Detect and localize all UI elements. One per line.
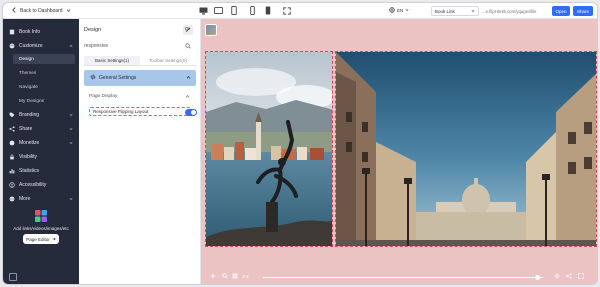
collapse-sidebar-icon[interactable]	[9, 273, 17, 281]
chevron-up-icon	[185, 94, 190, 100]
desktop-icon[interactable]	[199, 6, 208, 15]
sidebar-item-statistics[interactable]: Statistics	[9, 166, 75, 176]
flipbook-player-bar: 2-3	[201, 269, 597, 284]
sidebar-item-customize[interactable]: Customize	[9, 41, 75, 51]
language-label: EN	[397, 8, 404, 13]
page-indicator: 2-3	[242, 274, 249, 279]
sidebar-item-label: Accessibility	[19, 182, 47, 188]
lock-icon	[9, 154, 15, 160]
back-to-dashboard-link[interactable]: Back to Dashboard	[11, 7, 71, 15]
settings-panel: Design responsive Basic Settings(1) Tool…	[79, 19, 201, 284]
page-thumbnail[interactable]	[205, 24, 217, 36]
section-title: General Settings	[99, 75, 137, 81]
link-type-value: Book Link	[435, 8, 455, 14]
responsive-flipping-layout-toggle[interactable]	[185, 109, 197, 116]
design-tool-icon[interactable]	[183, 25, 193, 35]
sidebar-subitem-design[interactable]: Design	[13, 54, 75, 64]
coin-icon	[9, 140, 15, 146]
palette-icon	[9, 43, 15, 49]
panel-title: Design	[84, 27, 102, 33]
page-display-subsection[interactable]: Page Display	[89, 94, 193, 99]
page-progress-handle[interactable]	[534, 275, 540, 280]
search-icon[interactable]	[221, 272, 229, 280]
book-url[interactable]: ...e.flipHtml5.com/yqagwi/file	[482, 6, 546, 16]
app-window: Back to Dashboard EN Book Link ...e.flip…	[2, 2, 598, 285]
phone-icon[interactable]	[248, 6, 257, 15]
open-button[interactable]: Open	[552, 6, 570, 16]
bar-chart-icon	[9, 168, 15, 174]
sidebar-item-label: More	[19, 196, 31, 202]
zoom-in-icon[interactable]	[209, 272, 217, 280]
book-preview-canvas: 2-3	[201, 19, 597, 284]
chevron-down-icon	[69, 141, 73, 146]
share-icon	[9, 126, 15, 132]
book-icon	[9, 29, 15, 35]
chevron-down-icon	[405, 8, 409, 13]
back-label: Back to Dashboard	[20, 8, 63, 14]
sidebar-item-label: Branding	[19, 112, 40, 118]
page-editor-logo-icon	[35, 210, 47, 222]
top-bar: Back to Dashboard EN Book Link ...e.flip…	[3, 3, 597, 19]
settings-search-input[interactable]: responsive	[84, 41, 194, 51]
sidebar-item-label: Statistics	[19, 168, 40, 174]
responsive-flipping-layout-option: Responsive Flipping Layout	[89, 107, 197, 116]
accessibility-icon	[9, 182, 15, 188]
language-selector[interactable]: EN	[389, 7, 409, 14]
sidebar-subitem-my-designs[interactable]: My Designs	[13, 96, 75, 106]
tab-toolbar-settings[interactable]: Toolbar Settings(0)	[140, 56, 196, 66]
sidebar-subitem-themes[interactable]: Themes	[13, 68, 75, 78]
phone-landscape-icon[interactable]	[263, 6, 272, 15]
share-icon[interactable]	[565, 272, 573, 280]
chevron-down-icon	[69, 113, 73, 118]
sidebar-item-label: Share	[19, 126, 33, 132]
chevron-down-icon	[69, 127, 73, 132]
sidebar-item-branding[interactable]: Branding	[9, 110, 75, 120]
chevron-down-icon	[66, 8, 71, 15]
fullscreen-icon[interactable]	[577, 272, 585, 280]
tag-icon	[9, 112, 15, 118]
fullscreen-icon[interactable]	[282, 6, 291, 15]
settings-icon[interactable]	[553, 272, 561, 280]
city-street-basilica-image	[336, 52, 596, 246]
arrow-left-icon	[11, 7, 17, 15]
device-preview-toolbar	[199, 6, 291, 15]
book-page-right[interactable]	[335, 51, 597, 247]
page-editor-label: Page Editor	[26, 236, 50, 242]
chevron-up-icon	[186, 75, 191, 81]
sidebar-item-label: Visibility	[19, 154, 37, 160]
search-icon[interactable]	[183, 41, 192, 50]
coastal-town-statue-image	[206, 52, 332, 246]
general-settings-section[interactable]: General Settings	[84, 70, 196, 86]
arrow-right-icon	[52, 237, 56, 242]
grid-icon[interactable]	[231, 272, 239, 280]
settings-tabs: Basic Settings(1) Toolbar Settings(0)	[84, 56, 196, 66]
book-page-left[interactable]	[205, 51, 333, 247]
sidebar-item-accessibility[interactable]: Accessibility	[9, 180, 75, 190]
page-progress-track[interactable]	[263, 277, 543, 278]
sidebar-item-share[interactable]: Share	[9, 124, 75, 134]
sidebar: Book Info Customize Design Themes Naviga…	[3, 19, 79, 284]
chevron-down-icon	[69, 197, 73, 202]
gear-icon	[90, 74, 96, 82]
page-editor-promo-text: Add links/videos/images/etc	[13, 226, 69, 231]
sidebar-item-label: Customize	[19, 43, 43, 49]
sidebar-item-monetize[interactable]: Monetize	[9, 138, 75, 148]
tab-basic-settings[interactable]: Basic Settings(1)	[84, 56, 140, 66]
sidebar-item-label: Book Info	[19, 29, 41, 35]
share-button[interactable]: Share	[573, 6, 593, 16]
more-icon	[9, 196, 15, 202]
sidebar-item-visibility[interactable]: Visibility	[9, 152, 75, 162]
sidebar-item-more[interactable]: More	[9, 194, 75, 204]
link-type-select[interactable]: Book Link	[431, 6, 479, 16]
sidebar-subitem-navigate[interactable]: Navigate	[13, 82, 75, 92]
tablet-portrait-icon[interactable]	[229, 6, 238, 15]
chevron-up-icon	[69, 44, 73, 49]
chevron-down-icon	[471, 9, 475, 14]
sidebar-item-book-info[interactable]: Book Info	[9, 27, 75, 37]
page-editor-button[interactable]: Page Editor	[23, 234, 59, 244]
option-label: Responsive Flipping Layout	[93, 109, 149, 114]
globe-icon	[389, 7, 395, 14]
tablet-landscape-icon[interactable]	[214, 6, 223, 15]
sidebar-item-label: Monetize	[19, 140, 40, 146]
